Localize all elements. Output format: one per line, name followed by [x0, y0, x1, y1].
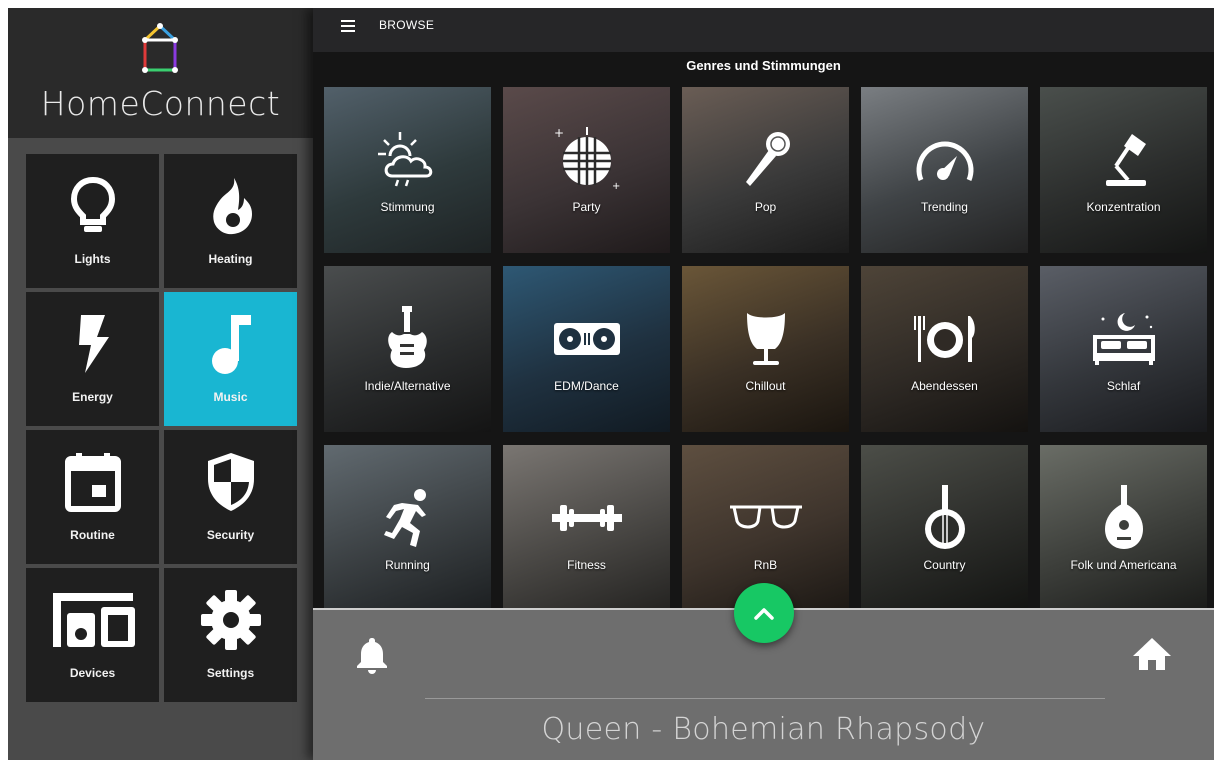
genre-tile-country[interactable]: Country: [861, 445, 1028, 611]
shield-icon: [207, 453, 254, 511]
page-title: BROWSE: [379, 18, 435, 32]
genre-label: Running: [385, 558, 430, 572]
genre-tile-party[interactable]: + + Party: [503, 87, 670, 253]
genre-label: EDM/Dance: [554, 379, 619, 393]
chevron-up-icon: [754, 608, 774, 620]
bell-icon[interactable]: [357, 636, 387, 679]
main-panel: BROWSE Genres und Stimmungen Stimmung + …: [313, 8, 1214, 760]
calendar-icon: [64, 453, 121, 512]
section-title: Genres und Stimmungen: [686, 58, 841, 73]
home-icon[interactable]: [1131, 636, 1173, 677]
gear-icon: [200, 590, 261, 650]
genre-label: Abendessen: [911, 379, 978, 393]
divider: [425, 698, 1105, 699]
lightning-icon: [78, 315, 109, 373]
genre-tile-stimmung[interactable]: Stimmung: [324, 87, 491, 253]
gauge-icon: [916, 141, 973, 181]
genre-label: Chillout: [745, 379, 786, 393]
mandolin-icon: [1104, 485, 1143, 549]
sidebar-item-label: Lights: [74, 252, 111, 266]
sunglasses-icon: [729, 505, 802, 529]
weather-icon: [377, 132, 432, 187]
hamburger-menu-icon[interactable]: [341, 20, 361, 36]
disco-ball-icon: + +: [554, 127, 620, 192]
genre-label: Indie/Alternative: [364, 379, 451, 393]
dumbbell-icon: [551, 505, 622, 531]
genre-label: Schlaf: [1106, 379, 1141, 393]
genre-label: Stimmung: [380, 200, 435, 214]
devices-icon: [52, 593, 135, 647]
genre-tile-schlaf[interactable]: Schlaf: [1040, 266, 1207, 432]
genre-label: Fitness: [567, 558, 606, 572]
flame-icon: [212, 178, 252, 235]
genre-label: Trending: [921, 200, 968, 214]
genre-tile-edm-dance[interactable]: EDM/Dance: [503, 266, 670, 432]
svg-text:+: +: [554, 127, 564, 140]
desk-lamp-icon: [1105, 134, 1146, 186]
sidebar: HomeConnect Lights Heating Energy Music …: [8, 8, 313, 760]
svg-text:+: +: [612, 181, 620, 192]
now-playing-track: Queen - Bohemian Rhapsody: [541, 712, 986, 747]
sidebar-item-music[interactable]: Music: [164, 292, 297, 426]
sidebar-item-label: Settings: [206, 666, 255, 680]
microphone-icon: [745, 132, 790, 186]
sidebar-item-lights[interactable]: Lights: [26, 154, 159, 288]
top-bar: BROWSE: [313, 8, 1214, 52]
genre-label: Konzentration: [1086, 200, 1161, 214]
genre-tile-chillout[interactable]: Chillout: [682, 266, 849, 432]
bed-moon-icon: [1092, 313, 1155, 365]
brand-header: HomeConnect: [8, 8, 313, 138]
banjo-icon: [924, 485, 965, 549]
lightbulb-icon: [70, 176, 115, 232]
genre-tile-abendessen[interactable]: Abendessen: [861, 266, 1028, 432]
sidebar-item-devices[interactable]: Devices: [26, 568, 159, 702]
genre-label: RnB: [753, 558, 778, 572]
genre-tile-trending[interactable]: Trending: [861, 87, 1028, 253]
egg-chair-icon: [746, 313, 785, 365]
sidebar-item-label: Devices: [69, 666, 116, 680]
genre-tile-pop[interactable]: Pop: [682, 87, 849, 253]
runner-icon: [383, 489, 426, 547]
genre-grid: Stimmung + + Party Pop Trending Konzentr…: [324, 87, 1214, 611]
sidebar-item-routine[interactable]: Routine: [26, 430, 159, 564]
genre-tile-fitness[interactable]: Fitness: [503, 445, 670, 611]
sidebar-item-security[interactable]: Security: [164, 430, 297, 564]
sidebar-item-energy[interactable]: Energy: [26, 292, 159, 426]
sidebar-item-label: Security: [206, 528, 255, 542]
genre-label: Pop: [754, 200, 777, 214]
sidebar-item-heating[interactable]: Heating: [164, 154, 297, 288]
home-logo-icon: [142, 23, 178, 73]
plate-cutlery-icon: [913, 316, 975, 362]
sidebar-item-label: Energy: [72, 390, 113, 404]
turntables-icon: [553, 323, 620, 355]
app-window: HomeConnect Lights Heating Energy Music …: [8, 8, 1214, 760]
genre-label: Country: [923, 558, 966, 572]
genre-label: Folk und Americana: [1070, 558, 1177, 572]
genre-tile-running[interactable]: Running: [324, 445, 491, 611]
expand-player-button[interactable]: [734, 583, 794, 643]
app-title: HomeConnect: [40, 84, 281, 123]
genre-tile-indie-alternative[interactable]: Indie/Alternative: [324, 266, 491, 432]
electric-guitar-icon: [387, 306, 427, 368]
genre-tile-folk-und-americana[interactable]: Folk und Americana: [1040, 445, 1207, 611]
sidebar-item-label: Heating: [208, 252, 253, 266]
sidebar-item-label: Music: [213, 390, 248, 404]
sidebar-item-label: Routine: [70, 528, 115, 542]
sidebar-item-settings[interactable]: Settings: [164, 568, 297, 702]
genre-tile-konzentration[interactable]: Konzentration: [1040, 87, 1207, 253]
genre-label: Party: [572, 200, 601, 214]
music-note-icon: [211, 315, 251, 374]
